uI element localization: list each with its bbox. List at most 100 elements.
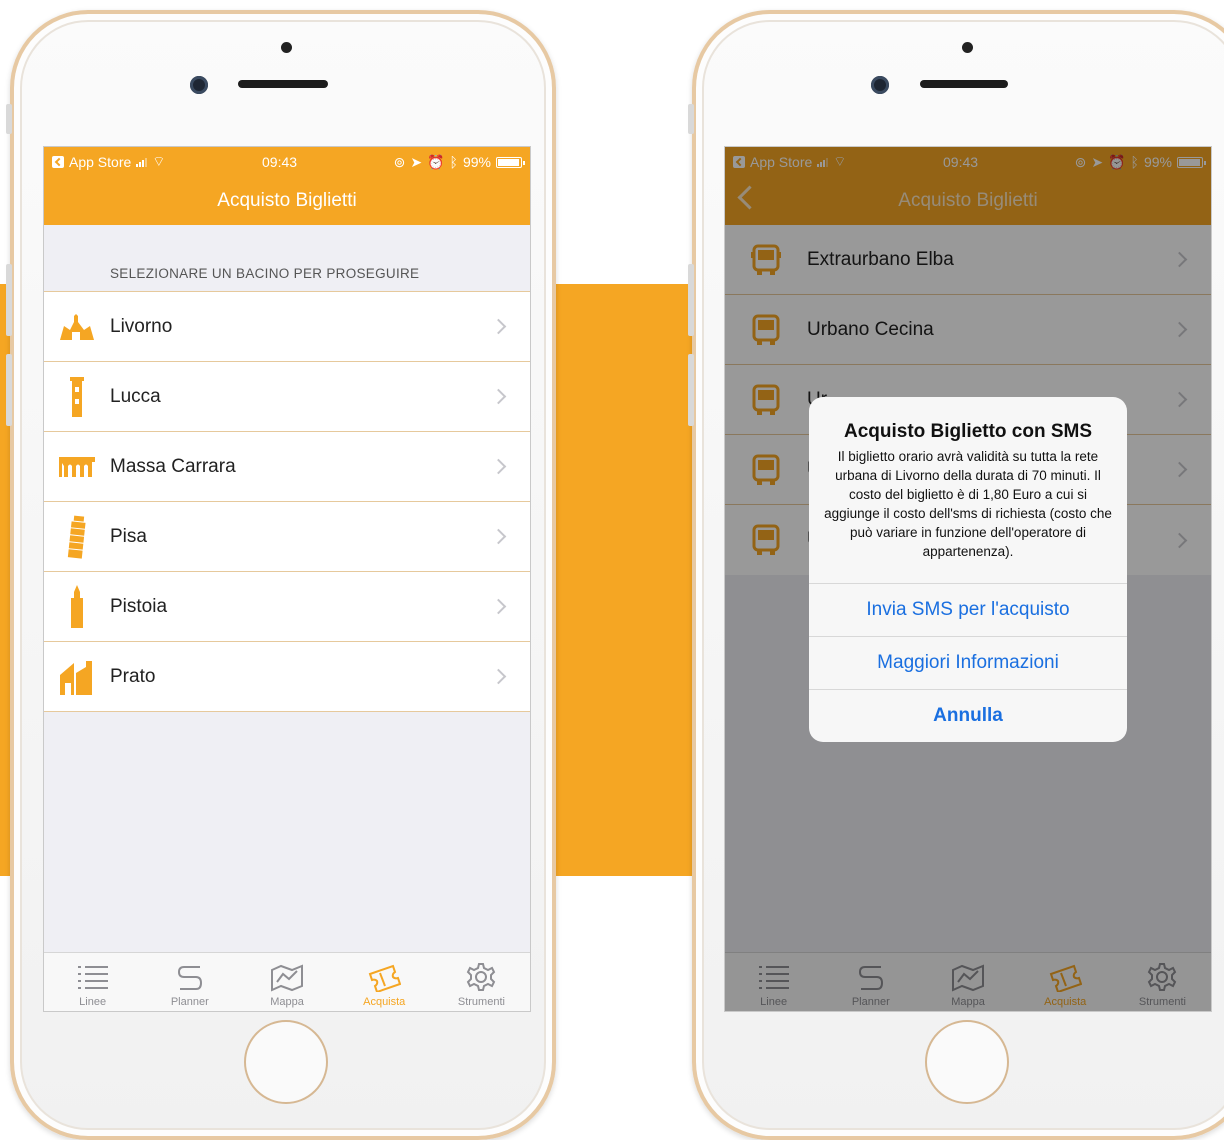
- battery-percent: 99%: [1143, 154, 1172, 170]
- status-time: 09:43: [943, 154, 979, 170]
- battery-icon: [495, 156, 525, 168]
- route-icon: [858, 966, 883, 990]
- earpiece-speaker: [920, 80, 1008, 88]
- bacino-list: Livorno Lucca Massa Carrara Pisa Pistoia…: [44, 291, 530, 712]
- tab-mappa[interactable]: Mappa: [238, 953, 335, 1011]
- tab-label: Strumenti: [457, 996, 505, 1008]
- tab-mappa[interactable]: Mappa: [919, 953, 1016, 1011]
- list-item-label: Lucca: [110, 385, 161, 407]
- bluetooth-icon: ᛒ: [1130, 154, 1139, 170]
- list-item-urbano-cecina[interactable]: Urbano Cecina: [725, 295, 1211, 365]
- chevron-right-icon: [490, 458, 507, 475]
- tab-strumenti[interactable]: Strumenti: [1114, 953, 1211, 1011]
- list-icon: [77, 966, 108, 989]
- battery-icon: [1176, 156, 1206, 168]
- volume-down-button: [688, 354, 694, 426]
- tab-acquista[interactable]: Acquista: [1017, 953, 1114, 1011]
- tab-label: Strumenti: [1138, 996, 1186, 1008]
- back-app-label[interactable]: App Store: [750, 154, 812, 170]
- tab-label: Linee: [760, 996, 788, 1008]
- back-chevron-icon[interactable]: [737, 185, 762, 210]
- header: App Store ⌔ 09:43 ⊚ ➤ ⏰ ᛒ 99% Acquisto B…: [725, 147, 1211, 225]
- wifi-icon: ⌔: [152, 153, 166, 169]
- nav-title: Acquisto Biglietti: [217, 190, 357, 211]
- lock-rotation-icon: ⊚: [1074, 153, 1087, 170]
- list-item-label: Livorno: [110, 315, 173, 337]
- front-camera: [871, 76, 889, 94]
- list-item-pistoia[interactable]: Pistoia: [44, 572, 530, 642]
- list-item-label: Massa Carrara: [110, 455, 236, 477]
- lock-rotation-icon: ⊚: [393, 153, 406, 170]
- nav-bar: Acquisto Biglietti: [725, 177, 1211, 225]
- more-info-button[interactable]: Maggiori Informazioni: [809, 636, 1127, 689]
- location-icon: ➤: [410, 153, 423, 170]
- list-icon: [758, 966, 789, 989]
- tab-strumenti[interactable]: Strumenti: [433, 953, 530, 1011]
- earpiece-speaker: [238, 80, 328, 88]
- tab-label: Mappa: [951, 996, 985, 1008]
- chevron-right-icon: [1171, 461, 1188, 478]
- fortress-icon: [44, 292, 110, 362]
- tab-label: Mappa: [270, 996, 304, 1008]
- list-item-lucca[interactable]: Lucca: [44, 362, 530, 432]
- home-button[interactable]: [925, 1020, 1009, 1104]
- tab-bar: Linee Planner Mappa Acquista Strumenti: [725, 952, 1211, 1011]
- back-app-label[interactable]: App Store: [69, 154, 131, 170]
- route-icon: [177, 966, 202, 990]
- tab-label: Planner: [851, 996, 890, 1008]
- nav-title: Acquisto Biglietti: [898, 190, 1038, 211]
- front-camera: [190, 76, 208, 94]
- gear-icon: [467, 963, 496, 991]
- volume-down-button: [6, 354, 12, 426]
- tab-linee[interactable]: Linee: [725, 953, 822, 1011]
- send-sms-button[interactable]: Invia SMS per l'acquisto: [809, 583, 1127, 636]
- proximity-sensor: [962, 42, 973, 53]
- chevron-right-icon: [1171, 251, 1188, 268]
- alarm-icon: ⏰: [1108, 153, 1126, 170]
- tab-linee[interactable]: Linee: [44, 953, 141, 1011]
- chevron-right-icon: [490, 388, 507, 405]
- bus-icon: [725, 225, 807, 295]
- ticket-icon: [368, 964, 402, 992]
- bluetooth-icon: ᛒ: [449, 154, 458, 170]
- status-bar: App Store ⌔ 09:43 ⊚ ➤ ⏰ ᛒ 99%: [725, 147, 1211, 177]
- chevron-right-icon: [1171, 321, 1188, 338]
- bus-icon: [725, 435, 807, 505]
- screen-left: App Store ⌔ 09:43 ⊚ ➤ ⏰ ᛒ 99% Acquisto B…: [43, 146, 531, 1012]
- list-item-massa-carrara[interactable]: Massa Carrara: [44, 432, 530, 502]
- section-header-text: SELEZIONARE UN BACINO PER PROSEGUIRE: [110, 266, 420, 281]
- tab-label: Acquista: [1044, 996, 1087, 1008]
- home-button[interactable]: [244, 1020, 328, 1104]
- tab-planner[interactable]: Planner: [141, 953, 238, 1011]
- tab-acquista[interactable]: Acquista: [336, 953, 433, 1011]
- list-item-label: Extraurbano Elba: [807, 248, 954, 270]
- mute-switch: [688, 104, 694, 134]
- chevron-right-icon: [1171, 532, 1188, 548]
- bus-icon: [725, 365, 807, 435]
- tower-icon: [44, 362, 110, 432]
- list-item-label: Prato: [110, 665, 156, 687]
- list-item-livorno[interactable]: Livorno: [44, 292, 530, 362]
- chevron-right-icon: [490, 528, 507, 545]
- header: App Store ⌔ 09:43 ⊚ ➤ ⏰ ᛒ 99% Acquisto B…: [44, 147, 530, 225]
- nav-bar: Acquisto Biglietti: [44, 177, 530, 225]
- chevron-right-icon: [490, 598, 507, 615]
- alert-message: Il biglietto orario avrà validità su tut…: [824, 449, 1112, 559]
- tab-planner[interactable]: Planner: [822, 953, 919, 1011]
- back-to-app-icon[interactable]: [733, 156, 745, 168]
- list-item-extraurbano-elba[interactable]: Extraurbano Elba: [725, 225, 1211, 295]
- tab-label: Acquista: [363, 996, 406, 1008]
- list-item-pisa[interactable]: Pisa: [44, 502, 530, 572]
- volume-up-button: [688, 264, 694, 336]
- signal-icon: [817, 157, 829, 167]
- signal-icon: [136, 157, 148, 167]
- bell-tower-icon: [44, 572, 110, 642]
- cancel-button[interactable]: Annulla: [809, 689, 1127, 742]
- location-icon: ➤: [1091, 153, 1104, 170]
- back-to-app-icon[interactable]: [52, 156, 64, 168]
- list-item-prato[interactable]: Prato: [44, 642, 530, 712]
- screen-right: App Store ⌔ 09:43 ⊚ ➤ ⏰ ᛒ 99% Acquisto B…: [724, 146, 1212, 1012]
- mute-switch: [6, 104, 12, 134]
- alarm-icon: ⏰: [427, 153, 445, 170]
- section-header: SELEZIONARE UN BACINO PER PROSEGUIRE: [44, 225, 530, 291]
